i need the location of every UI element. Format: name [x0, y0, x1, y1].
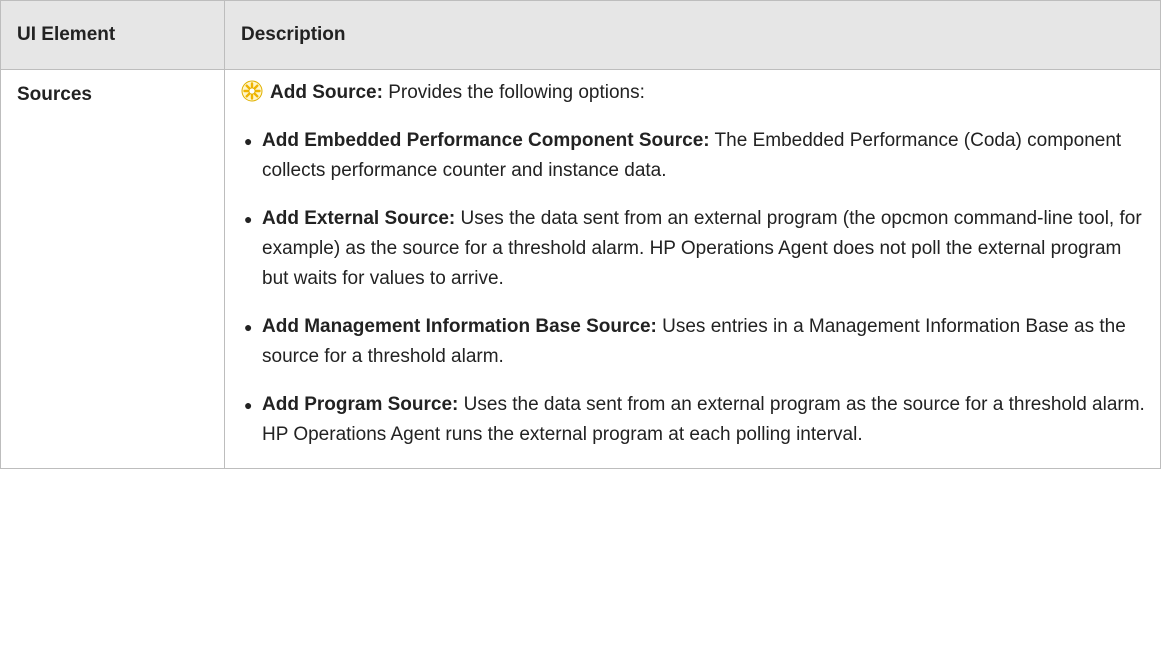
- option-label: Add External Source:: [262, 208, 456, 229]
- bullet-icon: ●: [244, 211, 253, 227]
- bullet-icon: ●: [244, 319, 253, 335]
- add-source-text: Provides the following options:: [382, 82, 645, 103]
- bullet-icon: ●: [244, 397, 253, 413]
- option-label: Add Program Source:: [262, 394, 459, 415]
- row-ui-element-sources: Sources: [0, 69, 225, 469]
- bullet-icon: ●: [244, 133, 253, 149]
- list-item: ● Add External Source: Uses the data sen…: [241, 204, 1146, 294]
- table-row: Sources Add Source: Provides the followi…: [0, 69, 1161, 469]
- add-star-icon: [241, 80, 263, 102]
- ui-element-table: UI Element Description Sources Add Sourc…: [0, 0, 1161, 469]
- option-label: Add Management Information Base Source:: [262, 316, 657, 337]
- table-header-row: UI Element Description: [0, 0, 1161, 70]
- header-ui-element: UI Element: [0, 0, 225, 70]
- row-description: Add Source: Provides the following optio…: [224, 69, 1161, 469]
- option-label: Add Embedded Performance Component Sourc…: [262, 130, 710, 151]
- add-source-label: Add Source:: [270, 82, 383, 103]
- add-source-intro: Add Source: Provides the following optio…: [241, 78, 1146, 108]
- list-item: ● Add Program Source: Uses the data sent…: [241, 390, 1146, 450]
- header-description: Description: [224, 0, 1161, 70]
- list-item: ● Add Embedded Performance Component Sou…: [241, 126, 1146, 186]
- list-item: ● Add Management Information Base Source…: [241, 312, 1146, 372]
- source-options-list: ● Add Embedded Performance Component Sou…: [241, 126, 1146, 450]
